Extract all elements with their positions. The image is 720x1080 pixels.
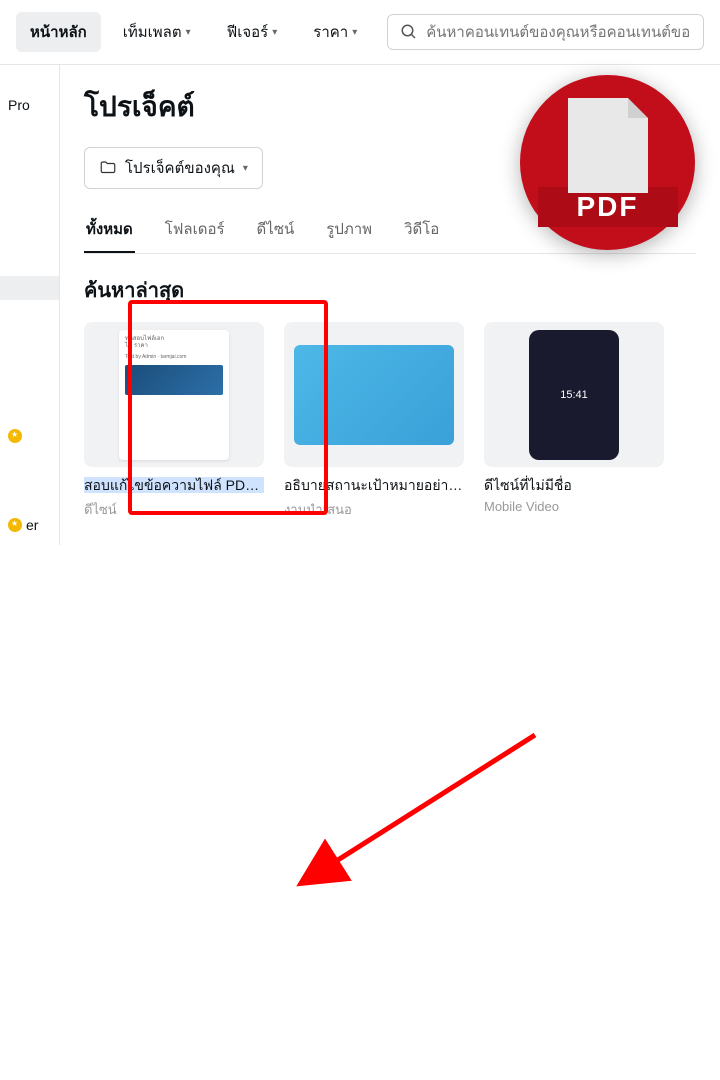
sidebar-item-selected[interactable] — [0, 276, 59, 300]
nav-templates[interactable]: เท็มเพลต ▾ — [109, 12, 205, 52]
card-presentation-thumb — [284, 322, 464, 467]
sidebar-item-pro[interactable]: Pro — [0, 85, 59, 125]
tab-folders[interactable]: โฟลเดอร์ — [163, 207, 227, 253]
card-mobile-title: ดีไซน์ที่ไม่มีชื่อ — [484, 475, 664, 497]
nav-templates-label: เท็มเพลต — [123, 20, 182, 44]
search-input[interactable] — [426, 24, 691, 41]
pdf-doc-icon — [568, 98, 648, 193]
nav-home[interactable]: หน้าหลัก — [16, 12, 101, 52]
section-recent: ค้นหาล่าสุด — [84, 274, 696, 306]
search-bar[interactable] — [387, 14, 704, 50]
card-pdf-sub: ดีไซน์ — [84, 499, 264, 520]
card-mobile-sub: Mobile Video — [484, 499, 664, 514]
card-pdf-title: สอบแก้ไขข้อความไฟล์ PDF.pdf — [84, 475, 264, 497]
tab-all[interactable]: ทั้งหมด — [84, 207, 135, 253]
folder-dropdown-label: โปรเจ็คต์ของคุณ — [125, 156, 235, 180]
crown-icon — [8, 429, 22, 443]
annotation-arrow — [0, 545, 720, 1080]
folder-icon — [99, 159, 117, 177]
top-nav: หน้าหลัก เท็มเพลต▾ ฟีเจอร์▾ ราคา▾ — [0, 0, 720, 65]
pdf-preview: ทดสอบไฟล์เอกไฟ ราคา Test by Admin · tarm… — [119, 330, 229, 460]
card-pdf-thumb: ทดสอบไฟล์เอกไฟ ราคา Test by Admin · tarm… — [84, 322, 264, 467]
sidebar-item-er[interactable]: er — [0, 505, 59, 545]
sidebar-er-label: er — [26, 517, 38, 533]
folder-dropdown[interactable]: โปรเจ็คต์ของคุณ ▾ — [84, 147, 263, 189]
card-mobile[interactable]: 15:41 ดีไซน์ที่ไม่มีชื่อ Mobile Video — [484, 322, 664, 520]
tab-designs[interactable]: ดีไซน์ — [255, 207, 297, 253]
sidebar: Pro er — [0, 65, 60, 545]
chevron-down-icon: ▾ — [186, 27, 191, 38]
card-grid: ทดสอบไฟล์เอกไฟ ราคา Test by Admin · tarm… — [84, 322, 696, 520]
crown-icon — [8, 518, 22, 532]
nav-features-label: ฟีเจอร์ — [227, 20, 269, 44]
annotation-pdf-badge: PDF — [520, 75, 695, 250]
card-presentation-title: อธิบายสถานะเป้าหมายอย่างล... — [284, 475, 464, 497]
sidebar-item-crown1[interactable] — [0, 417, 59, 455]
nav-features[interactable]: ฟีเจอร์▾ — [213, 12, 292, 52]
tab-videos[interactable]: วิดีโอ — [402, 207, 441, 253]
card-mobile-thumb: 15:41 — [484, 322, 664, 467]
nav-pricing[interactable]: ราคา ▾ — [299, 12, 371, 52]
chevron-down-icon: ▾ — [243, 163, 248, 174]
pdf-badge-label: PDF — [538, 187, 678, 227]
card-presentation[interactable]: อธิบายสถานะเป้าหมายอย่างล... งานนำเสนอ — [284, 322, 464, 520]
nav-pricing-label: ราคา — [313, 20, 348, 44]
chevron-down-icon: ▾ — [352, 27, 357, 38]
tab-images[interactable]: รูปภาพ — [324, 207, 374, 253]
chevron-down-icon: ▾ — [272, 27, 277, 38]
card-presentation-sub: งานนำเสนอ — [284, 499, 464, 520]
search-icon — [400, 23, 418, 41]
card-pdf[interactable]: ทดสอบไฟล์เอกไฟ ราคา Test by Admin · tarm… — [84, 322, 264, 520]
